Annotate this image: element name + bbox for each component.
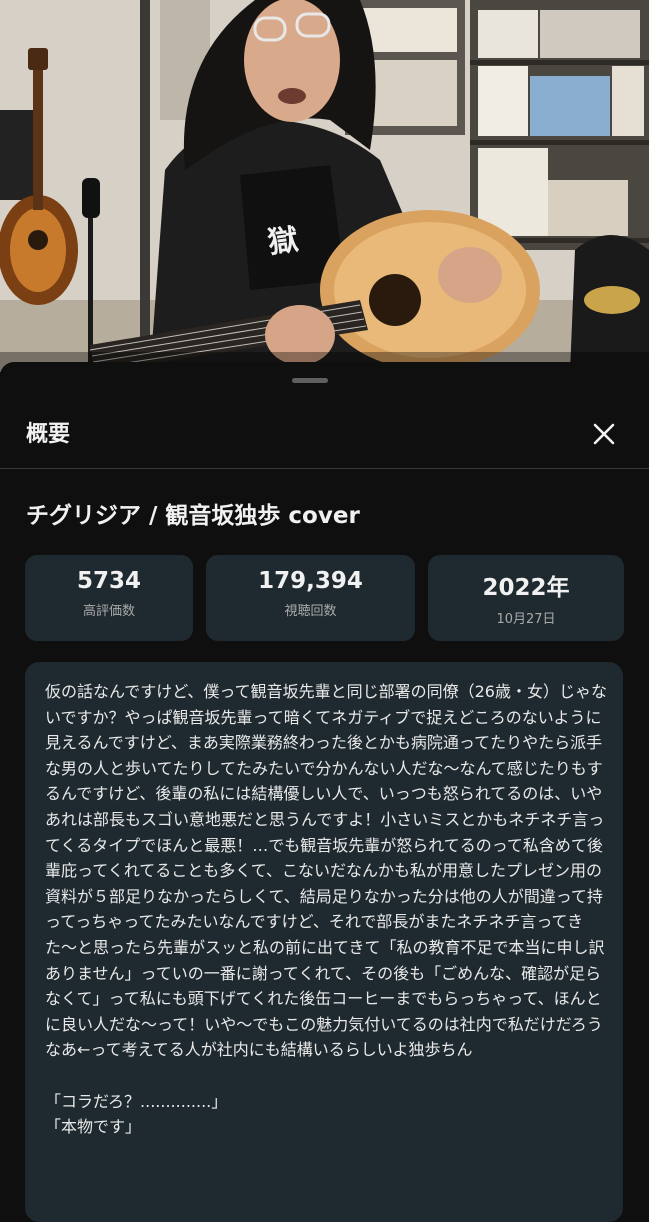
description-text: 仮の話なんですけど、僕って観音坂先輩と同じ部署の同僚（26歳・女）じゃないですか… bbox=[45, 682, 607, 1137]
date-stat: 2022年 10月27日 bbox=[428, 555, 624, 641]
description-panel: 概要 チグリジア / 観音坂独歩 cover 5734 高評価数 179,394… bbox=[0, 362, 649, 1222]
divider bbox=[0, 468, 649, 469]
views-label: 視聴回数 bbox=[284, 604, 337, 619]
likes-stat: 5734 高評価数 bbox=[25, 555, 193, 641]
close-button[interactable] bbox=[584, 414, 624, 454]
stats-row: 5734 高評価数 179,394 視聴回数 2022年 10月27日 bbox=[25, 555, 625, 641]
upload-date: 10月27日 bbox=[496, 612, 556, 627]
video-frame: 獄 bbox=[0, 0, 649, 372]
views-stat: 179,394 視聴回数 bbox=[206, 555, 415, 641]
upload-year: 2022年 bbox=[482, 575, 570, 601]
close-icon bbox=[593, 423, 615, 445]
drag-handle[interactable] bbox=[292, 378, 328, 383]
video-player[interactable]: 獄 bbox=[0, 0, 649, 372]
likes-count: 5734 bbox=[76, 568, 141, 594]
svg-text:獄: 獄 bbox=[266, 222, 301, 261]
video-title: チグリジア / 観音坂独歩 cover bbox=[26, 503, 360, 529]
likes-label: 高評価数 bbox=[82, 604, 135, 619]
panel-title: 概要 bbox=[26, 422, 71, 447]
description-box[interactable]: 仮の話なんですけど、僕って観音坂先輩と同じ部署の同僚（26歳・女）じゃないですか… bbox=[25, 662, 623, 1222]
views-count: 179,394 bbox=[258, 568, 363, 594]
